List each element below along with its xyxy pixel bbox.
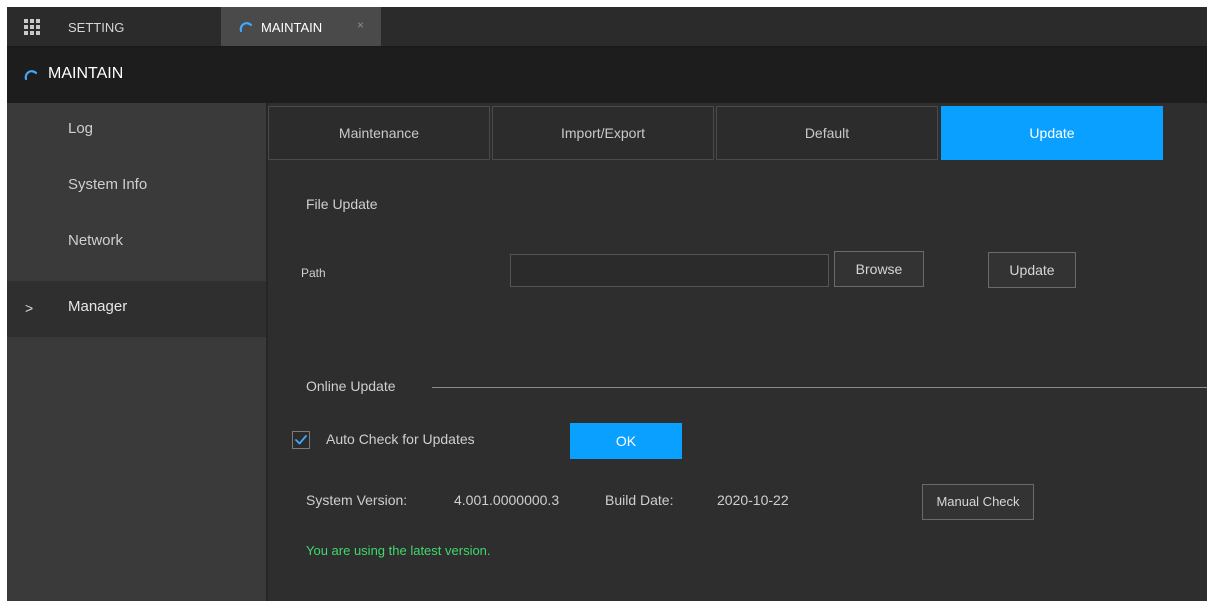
sidebar-item-log[interactable]: Log xyxy=(7,103,266,159)
manual-check-button[interactable]: Manual Check xyxy=(922,484,1034,520)
sidebar-item-manager[interactable]: > Manager xyxy=(7,281,266,337)
sidebar-item-network[interactable]: Network xyxy=(7,215,266,271)
grid-icon xyxy=(24,19,40,35)
main-panel: Maintenance Import/Export Default Update… xyxy=(268,103,1207,601)
sidebar-item-label: Log xyxy=(68,120,94,137)
update-status-text: You are using the latest version. xyxy=(306,543,491,558)
app-window: SETTING MAINTAIN × MAINTAIN Log System I… xyxy=(7,7,1207,601)
maintain-arc-icon xyxy=(239,22,253,33)
sidebar-item-label: System Info xyxy=(68,176,148,193)
setting-tab-label: SETTING xyxy=(68,20,125,35)
chevron-right-icon: > xyxy=(25,300,34,316)
top-bar: SETTING MAINTAIN × xyxy=(7,7,1207,47)
tab-import-export[interactable]: Import/Export xyxy=(492,106,714,160)
sidebar-item-label: Manager xyxy=(68,298,128,315)
maintain-tab[interactable]: MAINTAIN × xyxy=(221,7,381,46)
close-icon[interactable]: × xyxy=(357,18,364,32)
sidebar-item-system-info[interactable]: System Info xyxy=(7,159,266,215)
ok-button[interactable]: OK xyxy=(570,423,682,459)
file-update-title: File Update xyxy=(306,196,378,212)
tab-bar: Maintenance Import/Export Default Update xyxy=(268,106,1164,160)
setting-tab[interactable]: SETTING xyxy=(7,7,220,46)
check-icon xyxy=(295,435,307,445)
maintain-tab-label: MAINTAIN xyxy=(261,20,323,35)
section-divider xyxy=(432,387,1207,388)
build-date-label: Build Date: xyxy=(605,492,674,508)
tab-default[interactable]: Default xyxy=(716,106,938,160)
build-date-value: 2020-10-22 xyxy=(717,492,789,508)
system-version-value: 4.001.0000000.3 xyxy=(454,492,560,508)
update-button[interactable]: Update xyxy=(988,252,1076,288)
browse-button[interactable]: Browse xyxy=(834,251,924,287)
online-update-title: Online Update xyxy=(306,378,396,394)
maintain-arc-icon xyxy=(24,70,38,81)
auto-check-label: Auto Check for Updates xyxy=(326,431,475,447)
tab-update[interactable]: Update xyxy=(941,106,1163,160)
path-input[interactable] xyxy=(510,254,829,287)
page-title: MAINTAIN xyxy=(48,65,124,82)
tab-maintenance[interactable]: Maintenance xyxy=(268,106,490,160)
auto-check-checkbox[interactable] xyxy=(292,431,310,449)
path-label: Path xyxy=(301,266,326,280)
sidebar-item-label: Network xyxy=(68,232,124,249)
sidebar: Log System Info Network > Manager xyxy=(7,103,268,601)
section-header: MAINTAIN xyxy=(7,47,1207,103)
system-version-label: System Version: xyxy=(306,492,408,508)
